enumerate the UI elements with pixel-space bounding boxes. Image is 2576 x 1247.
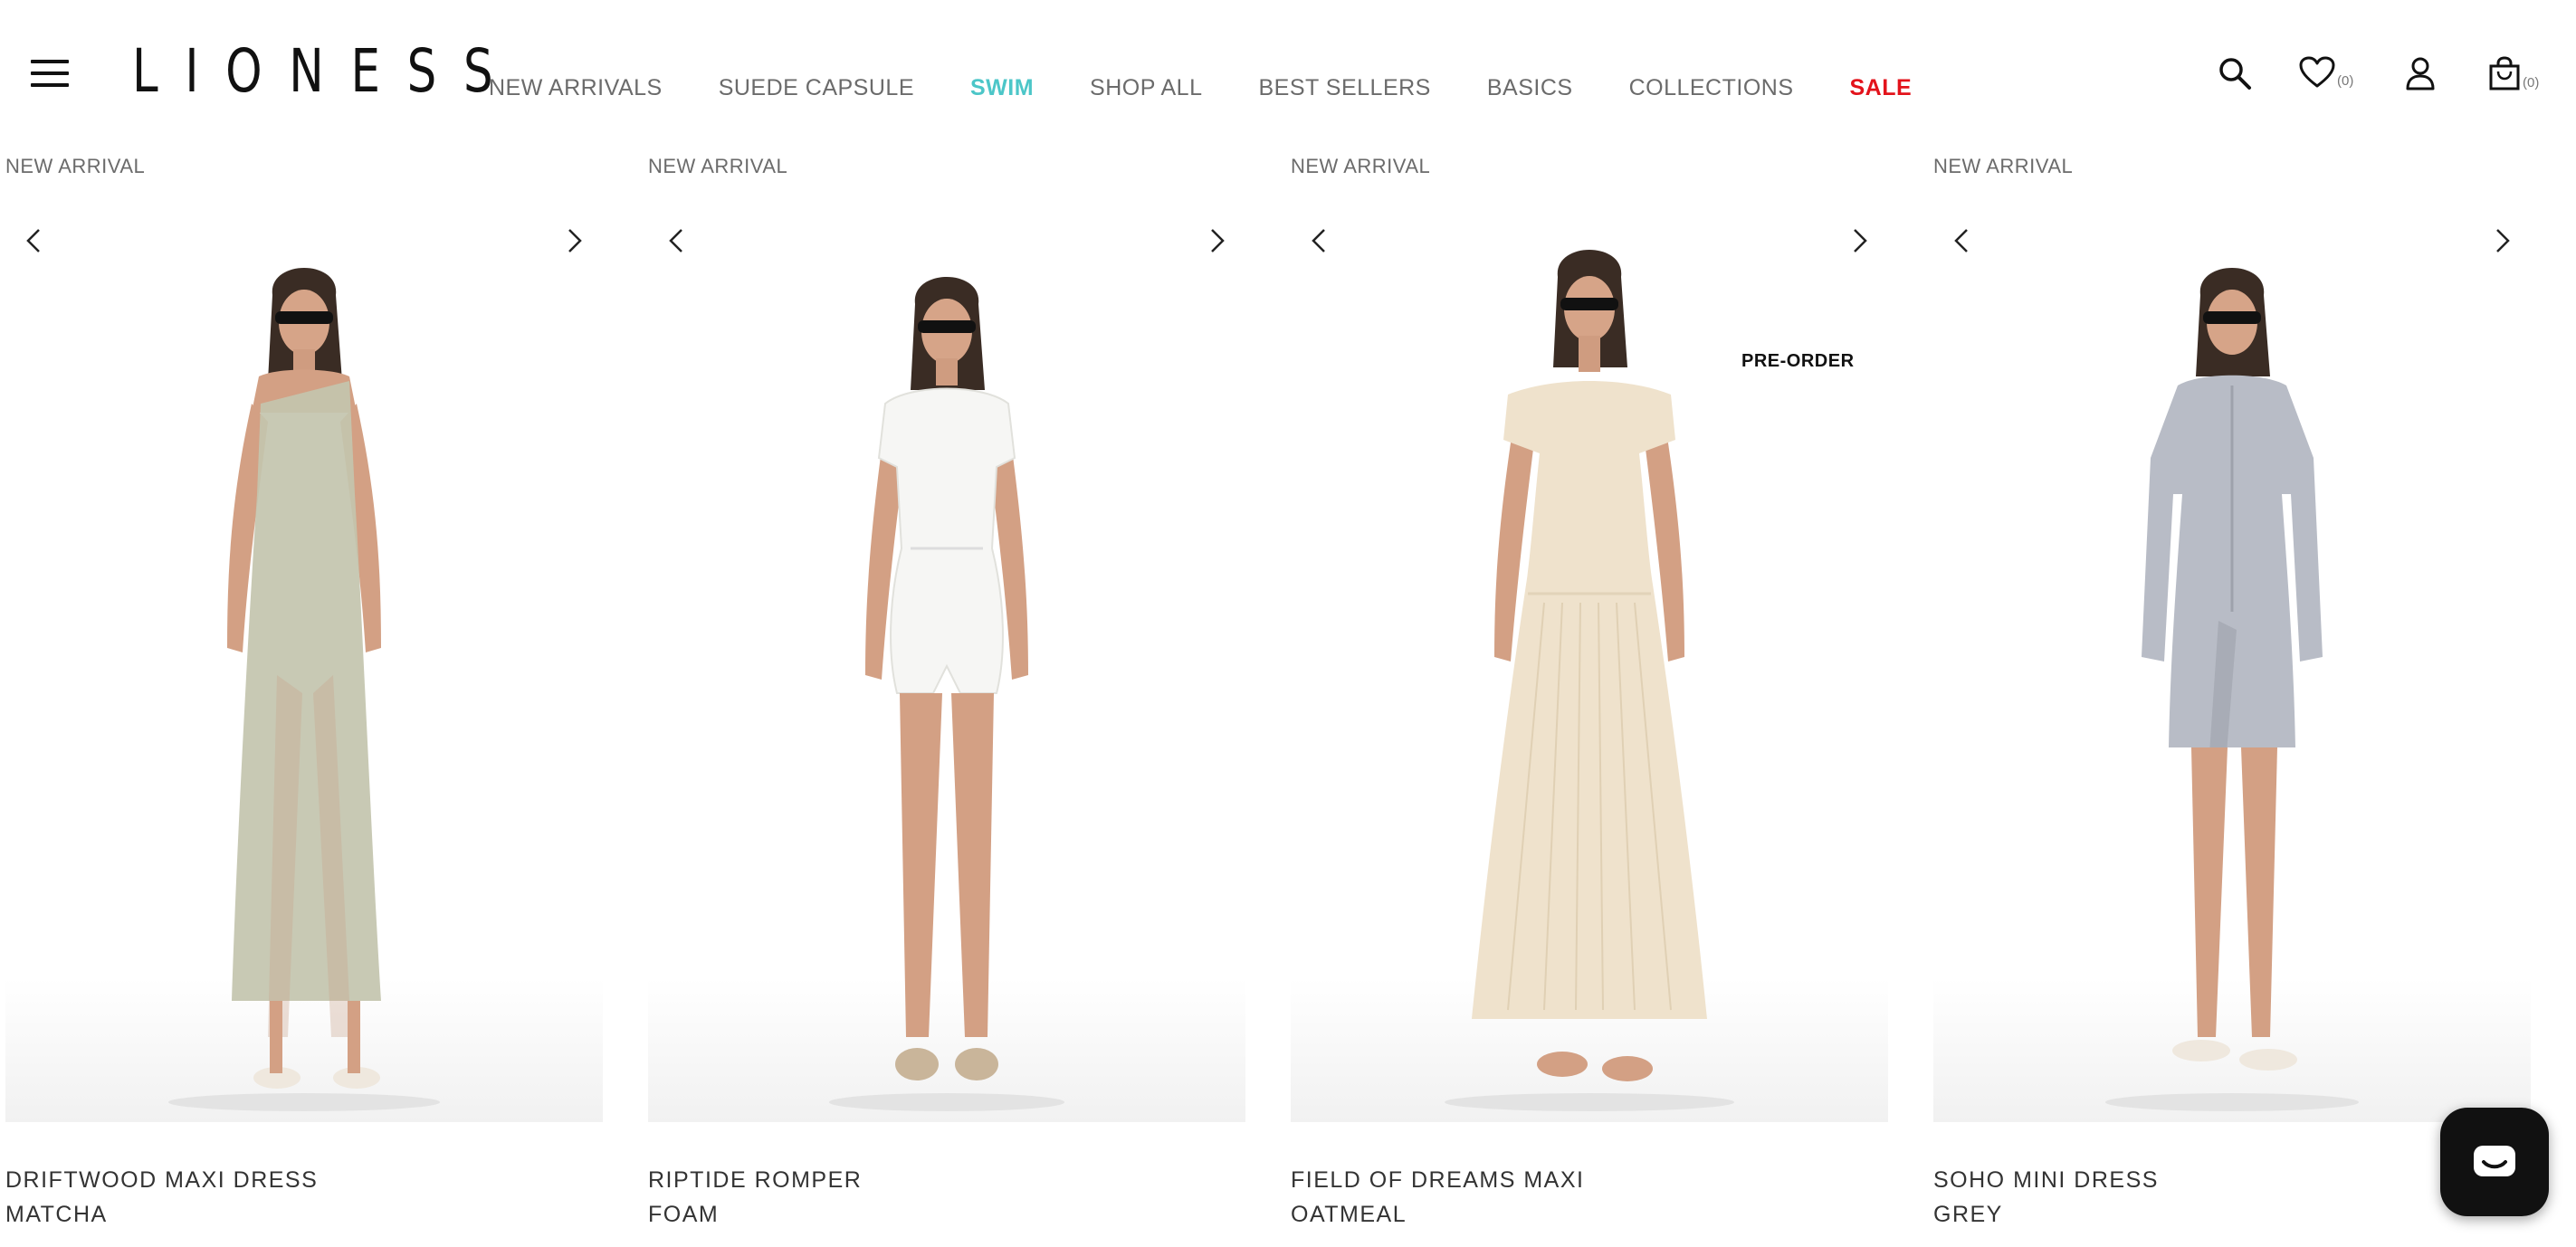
brand-logo[interactable]: LIONESS (132, 42, 520, 101)
product-card[interactable]: NEW ARRIVAL (1285, 145, 1888, 1247)
product-card[interactable]: NEW ARRIVAL (0, 145, 603, 1247)
product-card[interactable]: NEW ARRIVAL (643, 145, 1245, 1247)
pre-order-tag: PRE-ORDER (1741, 351, 1855, 371)
nav-basics[interactable]: BASICS (1487, 74, 1573, 101)
product-grid: NEW ARRIVAL DRIFTWOOD MAXI DRESS MATCHA … (0, 145, 2576, 1247)
model-figure (829, 277, 1064, 1111)
chat-icon (2474, 1146, 2515, 1176)
nav-collections[interactable]: COLLECTIONS (1629, 74, 1794, 101)
new-arrival-badge: NEW ARRIVAL (1291, 155, 1431, 177)
cart-count: (0) (2523, 75, 2540, 90)
product-image[interactable] (648, 223, 1245, 1122)
heart-icon (2299, 56, 2335, 88)
product-color: OATMEAL (1291, 1202, 1407, 1227)
carousel-prev-arrow-icon[interactable] (16, 223, 52, 259)
model-figure (168, 268, 440, 1111)
product-color: FOAM (648, 1202, 720, 1227)
product-name[interactable]: FIELD OF DREAMS MAXI (1291, 1167, 1584, 1194)
product-color: MATCHA (5, 1202, 108, 1227)
bag-icon (2489, 56, 2520, 90)
product-color: GREY (1933, 1202, 2003, 1227)
new-arrival-badge: NEW ARRIVAL (648, 155, 788, 177)
product-name[interactable]: DRIFTWOOD MAXI DRESS (5, 1167, 318, 1194)
carousel-prev-arrow-icon[interactable] (1944, 223, 1980, 259)
site-header: LIONESS NEW ARRIVALS SUEDE CAPSULE SWIM … (0, 0, 2576, 145)
product-image[interactable]: PRE-ORDER (1291, 223, 1888, 1122)
cart-button[interactable]: (0) (2488, 56, 2539, 90)
carousel-next-arrow-icon[interactable] (2484, 223, 2520, 259)
nav-suede-capsule[interactable]: SUEDE CAPSULE (719, 74, 914, 101)
carousel-next-arrow-icon[interactable] (1841, 223, 1877, 259)
product-image[interactable] (1933, 223, 2531, 1122)
product-image[interactable] (5, 223, 603, 1122)
user-icon (2406, 57, 2435, 90)
main-nav: NEW ARRIVALS SUEDE CAPSULE SWIM SHOP ALL… (489, 74, 1912, 101)
nav-shop-all[interactable]: SHOP ALL (1090, 74, 1202, 101)
new-arrival-badge: NEW ARRIVAL (5, 155, 146, 177)
product-name[interactable]: RIPTIDE ROMPER (648, 1167, 862, 1194)
wishlist-button[interactable]: (0) (2299, 56, 2353, 89)
search-icon (2219, 58, 2251, 90)
nav-new-arrivals[interactable]: NEW ARRIVALS (489, 74, 663, 101)
product-card[interactable]: NEW ARRIVAL (1928, 145, 2531, 1247)
chat-button[interactable] (2440, 1108, 2549, 1216)
search-button[interactable] (2218, 56, 2252, 90)
carousel-prev-arrow-icon[interactable] (659, 223, 695, 259)
product-name[interactable]: SOHO MINI DRESS (1933, 1167, 2159, 1194)
new-arrival-badge: NEW ARRIVAL (1933, 155, 2074, 177)
nav-sale[interactable]: SALE (1850, 74, 1913, 101)
account-button[interactable] (2405, 56, 2436, 90)
wishlist-count: (0) (2337, 73, 2354, 89)
nav-swim[interactable]: SWIM (970, 74, 1034, 101)
model-figure (2105, 268, 2359, 1111)
nav-best-sellers[interactable]: BEST SELLERS (1259, 74, 1431, 101)
carousel-next-arrow-icon[interactable] (556, 223, 592, 259)
hamburger-menu-icon[interactable] (31, 60, 69, 87)
carousel-prev-arrow-icon[interactable] (1302, 223, 1338, 259)
carousel-next-arrow-icon[interactable] (1198, 223, 1235, 259)
